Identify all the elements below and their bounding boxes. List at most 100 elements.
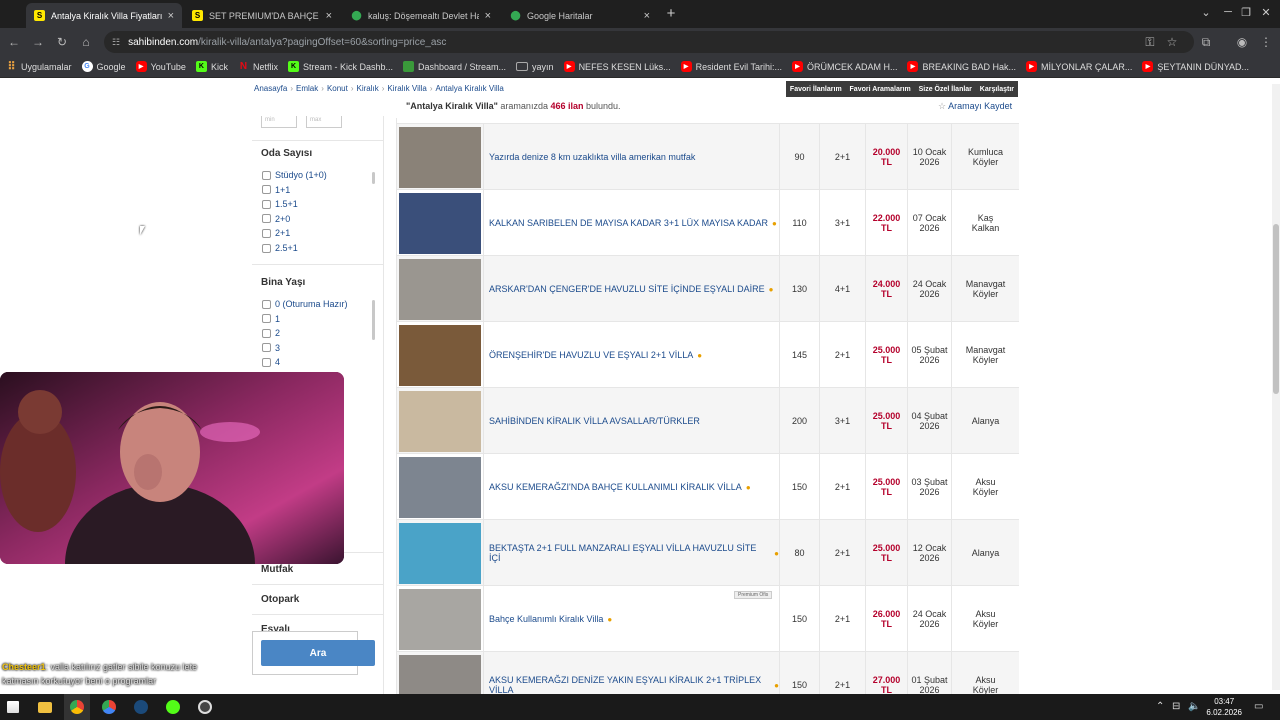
bookmark-item[interactable]: G Google [81, 61, 126, 72]
listing-thumbnail[interactable] [399, 325, 481, 386]
listing-row[interactable]: KALKAN SARIBELEN DE MAYISA KADAR 3+1 LÜX… [397, 190, 1019, 256]
profile-icon[interactable]: ◉ [1234, 34, 1250, 50]
topbar-link[interactable]: Favori İlanlarım [790, 86, 842, 93]
address-bar[interactable]: ☷ sahibinden.com/kiralik-villa/antalya?p… [104, 31, 1194, 53]
listing-title[interactable]: AKSU KEMERAĞZI DENİZE YAKIN EŞYALI KİRAL… [489, 675, 770, 694]
filter-option[interactable]: 4 [262, 357, 280, 367]
maximize-icon[interactable]: ❐ [1236, 6, 1256, 19]
listing-title[interactable]: ARSKAR'DAN ÇENGER'DE HAVUZLU SİTE İÇİNDE… [489, 284, 765, 294]
topbar-link[interactable]: Favori Aramalarım [850, 86, 911, 93]
filter-option[interactable]: 2 [262, 328, 280, 338]
topbar-link[interactable]: Karşılaştır [980, 86, 1014, 93]
listing-title[interactable]: AKSU KEMERAĞZI'NDA BAHÇE KULLANIMLI KİRA… [489, 482, 742, 492]
file-explorer-icon[interactable] [32, 694, 58, 720]
listing-row[interactable]: AKSU KEMERAĞZI'NDA BAHÇE KULLANIMLI KİRA… [397, 454, 1019, 520]
checkbox[interactable] [262, 314, 271, 324]
minimize-icon[interactable]: ─ [1218, 6, 1238, 18]
checkbox[interactable] [262, 214, 271, 224]
back-icon[interactable]: ← [6, 34, 22, 50]
notification-icon[interactable]: ▭ [1254, 701, 1263, 712]
max-input[interactable]: max [306, 116, 342, 128]
browser-tab[interactable]: S SET PREMIUM'DA BAHÇE KULL × [184, 3, 340, 28]
breadcrumb-link[interactable]: Emlak [296, 84, 318, 93]
checkbox[interactable] [262, 343, 271, 353]
filter-option[interactable]: 2+0 [262, 214, 290, 224]
listing-thumbnail[interactable] [399, 655, 481, 694]
bookmark-item[interactable]: ⠿ Uygulamalar [6, 61, 71, 73]
system-clock[interactable]: 03:47 6.02.2026 [1206, 696, 1242, 718]
bookmark-item[interactable]: yayın [516, 62, 554, 72]
browser-tab[interactable]: ⬤ Google Haritalar × [502, 3, 658, 28]
listing-thumbnail[interactable] [399, 193, 481, 254]
room-scrollbar[interactable] [372, 172, 375, 184]
listing-thumbnail[interactable] [399, 259, 481, 320]
checkbox[interactable] [262, 243, 271, 253]
kick-app-icon[interactable] [160, 694, 186, 720]
filter-option[interactable]: 1.5+1 [262, 199, 298, 209]
close-window-icon[interactable]: ✕ [1256, 6, 1276, 19]
chrome-alt-icon[interactable] [96, 694, 122, 720]
bookmark-item[interactable]: N Netflix [238, 61, 278, 72]
listing-row[interactable]: ÖRENŞEHİR'DE HAVUZLU VE EŞYALI 2+1 VİLLA… [397, 322, 1019, 388]
listing-thumbnail[interactable] [399, 523, 481, 584]
filter-option[interactable]: 1+1 [262, 185, 290, 195]
listing-title[interactable]: BEKTAŞTA 2+1 FULL MANZARALI EŞYALI VİLLA… [489, 543, 770, 563]
filter-option[interactable]: 2+1 [262, 228, 290, 238]
new-tab-button[interactable]: + [662, 5, 680, 23]
listing-row[interactable]: Bahçe Kullanımlı Kiralık Villa ● 150 2+1 26.… [397, 586, 1019, 652]
extensions-icon[interactable]: ⧉ [1198, 34, 1214, 50]
close-tab-icon[interactable]: × [168, 10, 174, 22]
listing-title-cell[interactable]: BEKTAŞTA 2+1 FULL MANZARALI EŞYALI VİLLA… [483, 520, 779, 586]
tray-chevron-icon[interactable]: ⌃ [1156, 701, 1164, 712]
bookmark-star-icon[interactable]: ☆ [1164, 34, 1180, 50]
breadcrumb-link[interactable]: Kiralık [357, 84, 379, 93]
bookmark-item[interactable]: K Stream - Kick Dashb... [287, 61, 393, 72]
scrollbar-thumb[interactable] [1273, 224, 1279, 394]
bookmark-item[interactable]: Dashboard / Stream... [403, 61, 506, 72]
listing-row[interactable]: ARSKAR'DAN ÇENGER'DE HAVUZLU SİTE İÇİNDE… [397, 256, 1019, 322]
listing-title-cell[interactable]: ÖRENŞEHİR'DE HAVUZLU VE EŞYALI 2+1 VİLLA… [483, 322, 779, 388]
parking-filter-title[interactable]: Otopark [261, 594, 299, 605]
room-filter-title[interactable]: Oda Sayısı [261, 148, 312, 159]
page-scrollbar[interactable] [1272, 84, 1280, 690]
listing-row[interactable]: Yazırda denize 8 km uzaklıkta villa amer… [397, 124, 1019, 190]
breadcrumb-link[interactable]: Kiralık Villa [387, 84, 426, 93]
listing-title[interactable]: Bahçe Kullanımlı Kiralık Villa [489, 614, 603, 624]
filter-option[interactable]: 3 [262, 343, 280, 353]
listing-row[interactable]: SAHİBİNDEN KİRALIK VİLLA AVSALLAR/TÜRKLE… [397, 388, 1019, 454]
volume-icon[interactable]: 🔈 [1188, 701, 1200, 712]
filter-option[interactable]: 2.5+1 [262, 243, 298, 253]
checkbox[interactable] [262, 170, 271, 180]
browser-tab[interactable]: S Antalya Kiralık Villa Fiyatları sah × [26, 3, 182, 28]
menu-icon[interactable]: ⋮ [1258, 34, 1274, 50]
checkbox[interactable] [262, 199, 271, 209]
age-scrollbar[interactable] [372, 300, 375, 340]
bookmark-item[interactable]: ▶ MİLYONLAR ÇALAR... [1026, 61, 1132, 72]
tab-search-icon[interactable]: ⌄ [1196, 6, 1216, 19]
listing-title-cell[interactable]: SAHİBİNDEN KİRALIK VİLLA AVSALLAR/TÜRKLE… [483, 388, 779, 454]
listing-title[interactable]: KALKAN SARIBELEN DE MAYISA KADAR 3+1 LÜX… [489, 218, 768, 228]
obs-icon[interactable] [192, 694, 218, 720]
listing-title[interactable]: SAHİBİNDEN KİRALIK VİLLA AVSALLAR/TÜRKLE… [489, 416, 700, 426]
checkbox[interactable] [262, 299, 271, 309]
bookmark-item[interactable]: ▶ Resident Evil Tarihi:... [680, 61, 782, 72]
listing-thumbnail[interactable] [399, 589, 481, 650]
listing-thumbnail[interactable] [399, 127, 481, 188]
bookmark-item[interactable]: ▶ ŞEYTANIN DÜNYAD... [1142, 61, 1249, 72]
min-input[interactable]: min [261, 116, 297, 128]
chrome-icon[interactable] [64, 694, 90, 720]
bookmark-item[interactable]: ▶ BREAKING BAD Hak... [907, 61, 1016, 72]
listing-thumbnail[interactable] [399, 391, 481, 452]
topbar-link[interactable]: Size Özel İlanlar [919, 86, 972, 93]
bookmark-item[interactable]: ▶ YouTube [135, 61, 186, 72]
listing-title-cell[interactable]: AKSU KEMERAĞZI'NDA BAHÇE KULLANIMLI KİRA… [483, 454, 779, 520]
listing-title[interactable]: Yazırda denize 8 km uzaklıkta villa amer… [489, 152, 695, 162]
bookmark-item[interactable]: K Kick [195, 61, 228, 72]
checkbox[interactable] [262, 328, 271, 338]
breadcrumb-link[interactable]: Konut [327, 84, 348, 93]
listing-title-cell[interactable]: KALKAN SARIBELEN DE MAYISA KADAR 3+1 LÜX… [483, 190, 779, 256]
breadcrumb-link[interactable]: Antalya Kiralık Villa [436, 84, 504, 93]
listing-thumbnail[interactable] [399, 457, 481, 518]
browser-tab[interactable]: ⬤ kaluş: Döşemealtı Devlet Hasta × [343, 3, 499, 28]
listing-title[interactable]: ÖRENŞEHİR'DE HAVUZLU VE EŞYALI 2+1 VİLLA [489, 350, 693, 360]
